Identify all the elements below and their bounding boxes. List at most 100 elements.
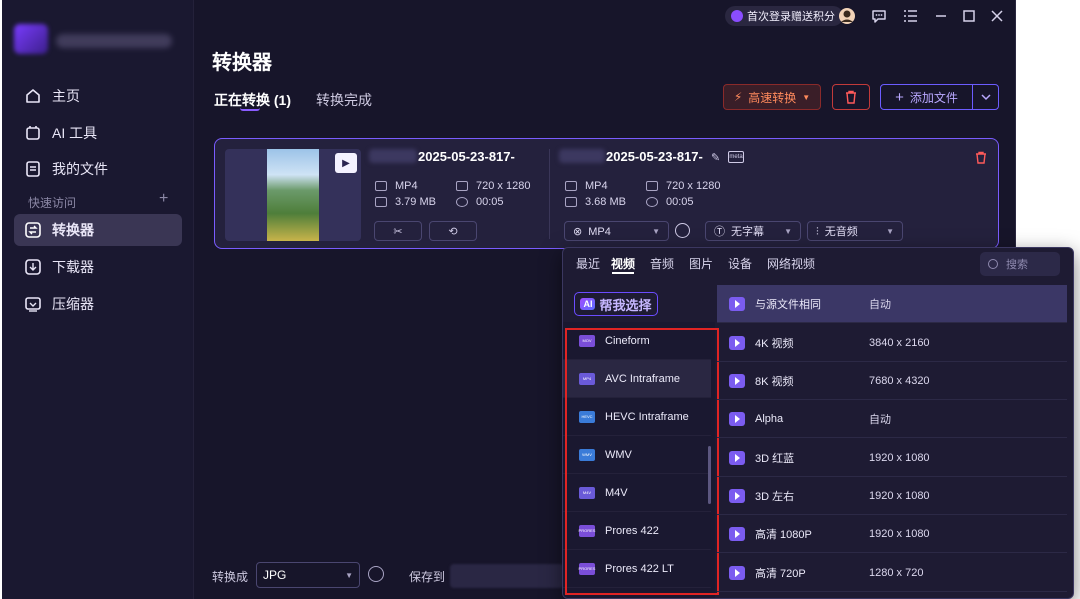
add-file-dropdown-button[interactable] bbox=[972, 84, 999, 110]
subtitle-icon: Ⓣ bbox=[714, 226, 725, 238]
ai-tools-icon bbox=[24, 124, 42, 142]
video-play-icon bbox=[729, 488, 745, 503]
tab-device[interactable]: 设备 bbox=[728, 255, 752, 272]
tab-completed[interactable]: 转换完成 bbox=[316, 90, 372, 110]
source-resolution: 720 x 1280 bbox=[456, 180, 530, 192]
high-speed-convert-button[interactable]: ⚡ 高速转换 ▼ bbox=[723, 84, 821, 110]
caret-down-icon: ▼ bbox=[784, 226, 792, 236]
tab-audio[interactable]: 音频 bbox=[650, 255, 674, 272]
remove-file-button[interactable] bbox=[975, 151, 987, 167]
format-icon: ⊗ bbox=[573, 225, 583, 238]
sidebar-item-converter[interactable]: 转换器 bbox=[14, 214, 182, 246]
format-search-input[interactable]: 搜索 bbox=[980, 252, 1060, 276]
plus-icon: + bbox=[895, 88, 904, 106]
save-path-field[interactable] bbox=[450, 564, 564, 588]
clock-icon bbox=[646, 197, 658, 207]
resolution-icon bbox=[646, 181, 658, 191]
folder-icon bbox=[375, 197, 387, 207]
lightning-icon: ⚡ bbox=[733, 90, 743, 104]
sidebar-item-downloader[interactable]: 下载器 bbox=[14, 251, 182, 283]
settings-gear-icon[interactable] bbox=[675, 223, 690, 238]
sidebar-item-my-files[interactable]: 我的文件 bbox=[14, 153, 182, 185]
trash-icon bbox=[976, 151, 986, 164]
preset-item[interactable]: 8K 视频 7680 x 4320 bbox=[717, 362, 1067, 400]
crop-button[interactable]: ⟲ bbox=[429, 221, 477, 241]
preset-item[interactable]: 高清 1080P 1920 x 1080 bbox=[717, 515, 1067, 553]
blurred-name-prefix bbox=[369, 149, 417, 163]
preset-item[interactable]: 4K 视频 3840 x 2160 bbox=[717, 324, 1067, 362]
logo-mark-icon bbox=[14, 24, 48, 54]
target-size: 3.68 MB bbox=[565, 196, 626, 208]
video-play-icon bbox=[729, 565, 745, 580]
high-speed-label: 高速转换 bbox=[748, 90, 797, 105]
edit-name-icon[interactable]: ✎ bbox=[711, 151, 720, 164]
sidebar-item-ai-tools[interactable]: AI 工具 bbox=[14, 117, 182, 149]
trim-button[interactable]: ✂ bbox=[374, 221, 422, 241]
output-format-select[interactable]: ⊗ MP4 ▼ bbox=[564, 221, 669, 241]
ai-badge-icon: AI bbox=[580, 298, 596, 310]
feedback-icon[interactable] bbox=[868, 5, 890, 27]
chevron-down-icon bbox=[980, 94, 991, 101]
video-play-icon bbox=[729, 526, 745, 541]
source-size: 3.79 MB bbox=[375, 196, 436, 208]
sidebar-item-label: 转换器 bbox=[52, 222, 94, 238]
tab-video[interactable]: 视频 bbox=[611, 255, 635, 272]
sidebar-item-label: 压缩器 bbox=[52, 296, 94, 312]
points-icon bbox=[731, 10, 743, 22]
file-card[interactable]: ▶ 2025-05-23-817- MP4 720 x 1280 3.79 MB… bbox=[214, 138, 999, 249]
ai-help-label: 帮我选择 bbox=[599, 297, 652, 313]
convert-settings-icon[interactable] bbox=[368, 566, 384, 582]
avatar-icon[interactable] bbox=[836, 5, 858, 27]
quick-access-label: 快速访问 bbox=[28, 196, 77, 210]
tab-image[interactable]: 图片 bbox=[689, 255, 713, 272]
video-thumbnail[interactable] bbox=[267, 149, 319, 241]
tab-converting[interactable]: 正在转换 (1) bbox=[214, 90, 291, 110]
my-files-icon bbox=[24, 160, 42, 178]
sidebar-item-home[interactable]: 主页 bbox=[14, 80, 182, 112]
add-quick-access-icon[interactable]: + bbox=[159, 190, 168, 208]
video-play-icon bbox=[729, 296, 745, 311]
sidebar-item-compressor[interactable]: 压缩器 bbox=[14, 288, 182, 320]
video-play-icon bbox=[729, 450, 745, 465]
caret-down-icon: ▼ bbox=[345, 570, 353, 580]
menu-list-icon[interactable] bbox=[900, 5, 922, 27]
tab-active-indicator bbox=[612, 272, 634, 274]
convert-all-format-select[interactable]: JPG ▼ bbox=[256, 562, 360, 588]
first-login-promo-badge[interactable]: 首次登录赠送积分 bbox=[725, 6, 843, 26]
sidebar-item-label: 下载器 bbox=[52, 259, 94, 275]
tab-recent[interactable]: 最近 bbox=[576, 255, 600, 272]
blurred-name-prefix bbox=[559, 149, 605, 163]
clock-icon bbox=[456, 197, 468, 207]
chevron-down-icon: ▼ bbox=[802, 92, 811, 102]
compressor-icon bbox=[24, 295, 42, 313]
preset-item[interactable]: Alpha 自动 bbox=[717, 400, 1067, 438]
close-icon[interactable] bbox=[986, 5, 1008, 27]
target-file-name: 2025-05-23-817- bbox=[606, 149, 703, 164]
resolution-icon bbox=[456, 181, 468, 191]
caret-down-icon: ▼ bbox=[652, 226, 660, 236]
folder-icon bbox=[565, 197, 577, 207]
audio-select[interactable]: ⫶ 无音频 ▼ bbox=[807, 221, 903, 241]
ai-help-choose-button[interactable]: AI 帮我选择 bbox=[574, 292, 658, 316]
audio-wave-icon: ⫶ bbox=[816, 226, 819, 238]
delete-all-button[interactable] bbox=[832, 84, 870, 110]
preset-item[interactable]: 3D 左右 1920 x 1080 bbox=[717, 477, 1067, 515]
preset-item[interactable]: 3D 红蓝 1920 x 1080 bbox=[717, 439, 1067, 477]
target-resolution: 720 x 1280 bbox=[646, 180, 720, 192]
preset-item[interactable]: 高清 720P 1280 x 720 bbox=[717, 554, 1067, 592]
maximize-icon[interactable] bbox=[958, 5, 980, 27]
video-play-icon bbox=[729, 411, 745, 426]
sidebar-item-label: 主页 bbox=[52, 88, 80, 104]
subtitle-select[interactable]: Ⓣ 无字幕 ▼ bbox=[705, 221, 801, 241]
trash-icon bbox=[846, 90, 856, 104]
tab-web-video[interactable]: 网络视频 bbox=[767, 255, 815, 272]
preset-item[interactable]: 与源文件相同 自动 bbox=[717, 285, 1067, 323]
minimize-icon[interactable] bbox=[930, 5, 952, 27]
add-file-button[interactable]: + 添加文件 bbox=[880, 84, 973, 110]
source-format: MP4 bbox=[375, 180, 418, 192]
metadata-icon[interactable]: meta bbox=[728, 151, 744, 163]
convert-to-label: 转换成 bbox=[212, 570, 249, 584]
search-placeholder: 搜索 bbox=[1006, 259, 1028, 271]
tab-active-indicator bbox=[240, 108, 260, 111]
sidebar: 主页 AI 工具 我的文件 快速访问 + 转换器 下载器 压缩器 bbox=[2, 0, 194, 599]
